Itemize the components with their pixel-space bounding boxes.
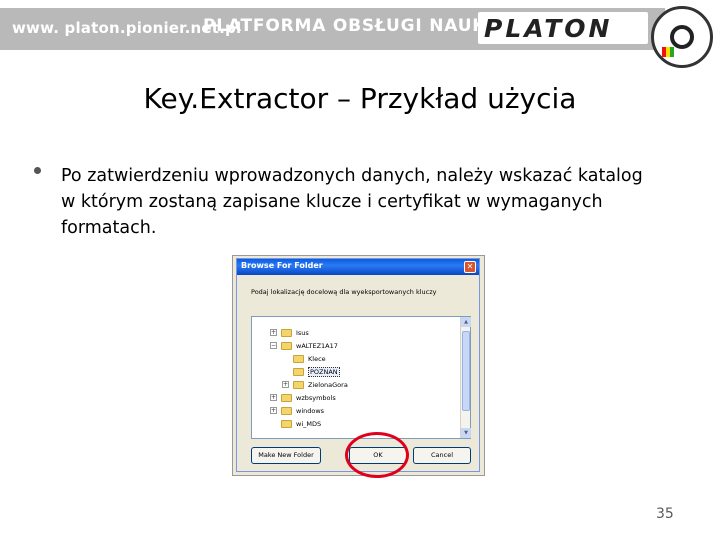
folder-icon [281, 406, 292, 415]
folder-icon [281, 341, 292, 350]
folder-icon [281, 419, 292, 428]
dialog-prompt: Podaj lokalizację docelową dla wyeksport… [251, 288, 437, 296]
cancel-button[interactable]: Cancel [413, 447, 471, 464]
tree-item[interactable]: + ZielonaGora [282, 379, 348, 390]
folder-icon [293, 380, 304, 389]
tree-item[interactable]: + Isus [270, 327, 309, 338]
expander-placeholder [282, 368, 289, 375]
tree-item[interactable]: wi_MDS [270, 418, 321, 429]
ok-highlight-ellipse [345, 432, 409, 478]
scroll-up-icon[interactable]: ▲ [461, 317, 471, 327]
seal-flag-icon [662, 47, 674, 57]
tree-item[interactable]: Klece [282, 353, 326, 364]
folder-tree[interactable]: + Isus − wALTEZ1A17 Klece POZNAN + Zielo… [251, 316, 471, 439]
tree-item-label: ZielonaGora [308, 380, 348, 389]
scroll-down-icon[interactable]: ▼ [461, 428, 471, 438]
tree-scrollbar[interactable]: ▲ ▼ [460, 317, 471, 438]
bullet-text: Po zatwierdzeniu wprowadzonych danych, n… [61, 166, 643, 238]
dialog-title: Browse For Folder [241, 261, 323, 270]
page-number: 35 [656, 506, 674, 522]
make-new-folder-button[interactable]: Make New Folder [251, 447, 321, 464]
platon-logo: PLATON [478, 12, 648, 44]
folder-icon [281, 393, 292, 402]
expand-icon[interactable]: + [270, 407, 277, 414]
tree-item[interactable]: + wzbsymbols [270, 392, 336, 403]
folder-icon [281, 328, 292, 337]
collapse-icon[interactable]: − [270, 342, 277, 349]
platon-logo-text: PLATON [484, 14, 613, 43]
tree-item[interactable]: − wALTEZ1A17 [270, 340, 338, 351]
tree-item-selected[interactable]: POZNAN [282, 366, 340, 377]
expand-icon[interactable]: + [270, 329, 277, 336]
expand-icon[interactable]: + [282, 381, 289, 388]
folder-icon [293, 354, 304, 363]
scroll-thumb[interactable] [462, 331, 470, 411]
tree-item[interactable]: + windows [270, 405, 324, 416]
expand-icon[interactable]: + [270, 394, 277, 401]
tree-item-label: wzbsymbols [296, 393, 336, 402]
close-icon[interactable]: ✕ [464, 261, 476, 273]
expander-placeholder [270, 420, 277, 427]
tree-item-label: windows [296, 406, 325, 415]
expander-placeholder [282, 355, 289, 362]
dialog-titlebar: Browse For Folder ✕ [237, 259, 479, 275]
tree-item-label: wi_MDS [296, 419, 322, 428]
banner-title: PLATFORMA OBSŁUGI NAUKI [203, 16, 494, 36]
folder-icon [293, 367, 304, 376]
tree-item-label: Klece [308, 354, 326, 363]
tree-item-label: wALTEZ1A17 [296, 341, 338, 350]
pionier-seal-icon [651, 6, 713, 68]
slide-title: Key.Extractor – Przykład użycia [143, 82, 577, 115]
tree-item-label: POZNAN [308, 366, 340, 377]
header-banner: www. platon.pionier.net.pl PLATFORMA OBS… [0, 0, 720, 68]
seal-ring [670, 25, 694, 49]
bullet-icon [34, 167, 41, 174]
tree-item-label: Isus [296, 328, 309, 337]
